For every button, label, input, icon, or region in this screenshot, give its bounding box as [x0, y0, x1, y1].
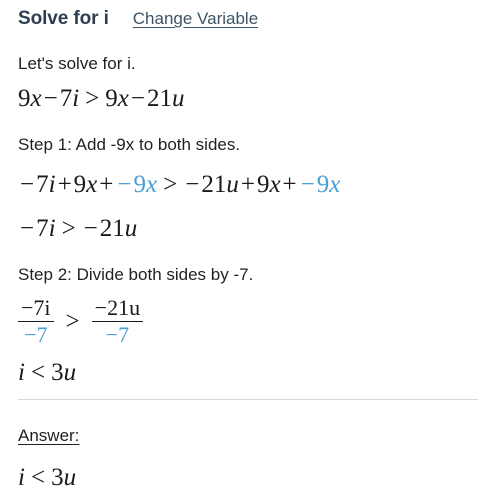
s1r-lhs-minus: − — [20, 215, 35, 242]
ans-lhs-var: i — [18, 464, 25, 491]
s1-t6-highlight-var: x — [329, 171, 341, 198]
step2-result: i <3u — [18, 360, 76, 385]
s1-t1-coeff: 7 — [36, 171, 49, 198]
s2r-relation: < — [30, 359, 46, 386]
eq-lhs-minus: − — [43, 85, 58, 112]
s1-t4-var: u — [226, 171, 239, 198]
s1r-rhs-var: u — [124, 215, 138, 242]
step1-label: Step 1: Add -9x to both sides. — [18, 135, 241, 154]
s1-t2-coeff: 9 — [73, 171, 87, 198]
s1-t3-highlight-minus: − — [117, 171, 132, 198]
s1r-lhs-var: i — [48, 215, 56, 242]
ans-rhs-coeff: 3 — [51, 464, 64, 491]
header: Solve for i Change Variable — [18, 0, 482, 38]
answer-label-wrap: Answer: — [18, 426, 79, 446]
s1-t3-plus: + — [99, 171, 114, 198]
eq-rhs-var-u: u — [172, 85, 185, 112]
eq-lhs-coeff-x: 9 — [18, 85, 31, 112]
step2-relation: > — [65, 307, 80, 335]
section-divider — [18, 399, 478, 400]
s1-t5-plus: + — [240, 171, 255, 198]
original-equation: 9x−7i >9x−21u — [18, 86, 185, 111]
ans-relation: < — [30, 464, 46, 491]
s1r-rhs-minus: − — [83, 215, 98, 242]
s1-t2-var: x — [86, 171, 98, 198]
fraction-right-numerator: −21u — [92, 296, 143, 321]
s1-t5-coeff: 9 — [256, 171, 270, 198]
fl-num-var: i — [44, 295, 51, 320]
fr-num-var: u — [129, 295, 141, 320]
s1-t5-var: x — [269, 171, 281, 198]
change-variable-link[interactable]: Change Variable — [133, 9, 258, 29]
step2-fraction-equation: −7i −7 > −21u −7 — [18, 296, 144, 348]
s1-t1-minus: − — [20, 171, 35, 198]
answer-label: Answer: — [18, 426, 80, 445]
s1-t6-highlight-minus: − — [300, 171, 315, 198]
page-title: Solve for i — [18, 8, 109, 29]
solver-page: Solve for i Change Variable Let's solve … — [0, 0, 500, 500]
eq-rhs-coeff-u: 21 — [147, 85, 172, 112]
step1-equation: −7i+9x+ −9x > −21u+9x+ −9x — [18, 172, 340, 197]
s2r-rhs-coeff: 3 — [51, 359, 64, 386]
s1-relation: > — [163, 171, 178, 198]
fraction-right-denominator: −7 — [105, 322, 130, 348]
ans-rhs-var: u — [63, 464, 77, 491]
s1-t6-plus: + — [282, 171, 297, 198]
fl-num-minus: − — [21, 295, 34, 320]
s1-t6-highlight-coeff: 9 — [316, 171, 330, 198]
s1-t1-var: i — [48, 171, 56, 198]
s1-t3-highlight-var: x — [146, 171, 158, 198]
s1r-rhs-coeff: 21 — [99, 215, 125, 242]
eq-lhs-coeff-i: 7 — [59, 85, 73, 112]
s1r-relation: > — [61, 215, 76, 242]
s1r-lhs-coeff: 7 — [36, 215, 49, 242]
fraction-right: −21u −7 — [91, 296, 144, 348]
eq-relation: > — [85, 85, 100, 112]
fraction-left: −7i −7 — [18, 296, 54, 347]
fraction-left-numerator: −7i — [18, 296, 54, 321]
step2-label: Step 2: Divide both sides by -7. — [18, 265, 254, 284]
answer-value: i <3u — [18, 465, 76, 490]
step1-result: −7i > −21u — [18, 216, 137, 241]
s2r-lhs-var: i — [18, 359, 25, 386]
intro-text: Let's solve for i. — [18, 54, 136, 73]
s2r-rhs-var: u — [63, 359, 77, 386]
fraction-left-denominator: −7 — [24, 322, 48, 348]
fr-num-minus: − — [94, 295, 108, 320]
eq-rhs-minus: − — [130, 85, 145, 112]
s1-t4-coeff: 21 — [201, 171, 227, 198]
eq-rhs-coeff-x: 9 — [105, 85, 118, 112]
s1-t3-highlight-coeff: 9 — [133, 171, 147, 198]
eq-lhs-var-x: x — [30, 85, 42, 112]
eq-rhs-var-x: x — [117, 85, 129, 112]
fl-num-coeff: 7 — [33, 295, 45, 320]
s1-t2-plus: + — [57, 171, 72, 198]
fr-num-coeff: 21 — [107, 295, 130, 320]
s1-t4-minus: − — [185, 171, 200, 198]
